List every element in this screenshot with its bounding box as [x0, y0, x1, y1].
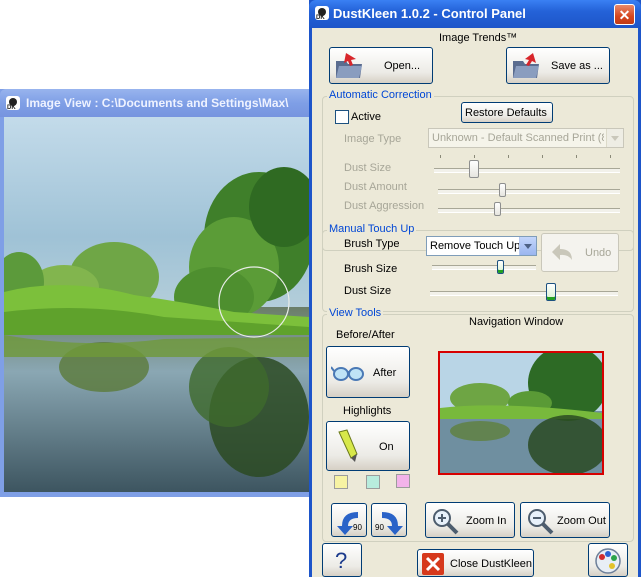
manual-dust-size-label: Dust Size [344, 285, 392, 297]
highlights-label: Highlights [343, 405, 392, 417]
image-type-label: Image Type [344, 133, 402, 145]
save-as-button[interactable]: Save as ... [506, 47, 610, 84]
help-button[interactable]: ? [322, 543, 362, 577]
slider-thumb[interactable] [469, 160, 479, 178]
landscape-photo [4, 117, 309, 492]
manual-touch-up-label: Manual Touch Up [327, 223, 417, 235]
before-after-button[interactable]: After [326, 346, 410, 398]
image-view-titlebar[interactable]: DK Image View : C:\Documents and Setting… [0, 89, 312, 117]
control-panel-title: DustKleen 1.0.2 - Control Panel [333, 6, 526, 21]
rotate-left-label: 90 [353, 523, 362, 532]
chevron-down-icon [606, 129, 623, 147]
rotate-left-button[interactable]: 90 [331, 503, 367, 537]
brush-type-label: Brush Type [344, 238, 400, 250]
manual-dust-size-slider[interactable] [430, 282, 618, 304]
highlights-button[interactable]: On [326, 421, 410, 471]
zoom-in-button[interactable]: Zoom In [425, 502, 515, 538]
open-folder-icon [336, 53, 362, 78]
highlight-color-swatch-pink[interactable] [396, 474, 410, 488]
dust-amount-slider[interactable] [438, 182, 620, 198]
auto-dust-size-label: Dust Size [344, 162, 392, 174]
automatic-correction-label: Automatic Correction [327, 89, 434, 101]
close-icon [422, 553, 444, 575]
active-checkbox[interactable] [335, 110, 349, 124]
undo-button[interactable]: Undo [541, 233, 619, 272]
slider-thumb[interactable] [546, 283, 556, 301]
highlighter-icon [338, 429, 358, 462]
undo-button-label: Undo [585, 247, 612, 259]
save-as-button-label: Save as ... [551, 60, 603, 72]
open-button[interactable]: Open... [329, 47, 433, 84]
zoom-in-label: Zoom In [466, 515, 507, 527]
dust-aggression-label: Dust Aggression [344, 200, 425, 212]
control-panel-window: DK DustKleen 1.0.2 - Control Panel ✕ Ima… [309, 0, 641, 577]
control-panel-body: Image Trends™ Open... Save as ... Automa… [312, 28, 638, 577]
before-after-label: Before/After [336, 329, 395, 341]
after-button-label: After [373, 367, 397, 379]
slider-thumb[interactable] [497, 260, 504, 274]
open-button-label: Open... [384, 60, 421, 72]
zoom-out-icon [528, 509, 554, 535]
image-canvas[interactable] [4, 117, 309, 492]
restore-defaults-button[interactable]: Restore Defaults [461, 102, 553, 123]
dustkleen-app-icon: DK [6, 96, 20, 111]
dustkleen-app-icon: DK [315, 6, 329, 21]
color-palette-button[interactable] [588, 543, 628, 577]
close-icon: ✕ [618, 7, 631, 23]
control-panel-titlebar[interactable]: DK DustKleen 1.0.2 - Control Panel ✕ [309, 0, 641, 28]
restore-defaults-label: Restore Defaults [465, 107, 547, 119]
chevron-down-icon [519, 237, 536, 255]
glasses-icon [331, 366, 364, 381]
undo-arrow-icon [552, 244, 572, 260]
highlight-color-swatch-cyan[interactable] [366, 475, 380, 489]
image-view-title: Image View : C:\Documents and Settings\M… [26, 96, 289, 110]
rotate-right-label: 90 [375, 523, 384, 532]
slider-thumb[interactable] [499, 183, 506, 197]
navigation-thumbnail [440, 353, 602, 473]
image-type-value: Unknown - Default Scanned Print (8 [432, 132, 604, 144]
navigation-window-label: Navigation Window [469, 316, 564, 328]
view-tools-label: View Tools [327, 307, 384, 319]
save-folder-icon [513, 53, 539, 78]
color-palette-icon [595, 548, 621, 574]
window-close-button[interactable]: ✕ [614, 4, 635, 25]
help-icon: ? [335, 548, 348, 573]
on-button-label: On [379, 441, 394, 453]
slider-thumb[interactable] [494, 202, 501, 216]
zoom-in-icon [433, 509, 459, 535]
highlight-color-swatch-yellow[interactable] [334, 475, 348, 489]
navigation-window[interactable] [438, 351, 604, 475]
rotate-right-button[interactable]: 90 [371, 503, 407, 537]
brush-size-slider[interactable] [432, 258, 536, 276]
zoom-out-label: Zoom Out [557, 515, 606, 527]
zoom-out-button[interactable]: Zoom Out [520, 502, 610, 538]
image-type-select[interactable]: Unknown - Default Scanned Print (8 [428, 128, 624, 148]
brush-type-select[interactable]: Remove Touch Up [426, 236, 537, 256]
brush-size-label: Brush Size [344, 263, 398, 275]
close-dustkleen-label: Close DustKleen [450, 558, 532, 570]
dust-aggression-slider[interactable] [438, 201, 620, 217]
image-view-window: DK Image View : C:\Documents and Setting… [0, 89, 312, 497]
auto-dust-size-slider[interactable] [434, 152, 620, 180]
brush-type-value: Remove Touch Up [430, 240, 521, 252]
active-checkbox-label: Active [351, 111, 381, 123]
dust-amount-label: Dust Amount [344, 181, 407, 193]
close-dustkleen-button[interactable]: Close DustKleen [417, 549, 534, 577]
image-trends-label: Image Trends™ [439, 32, 518, 44]
